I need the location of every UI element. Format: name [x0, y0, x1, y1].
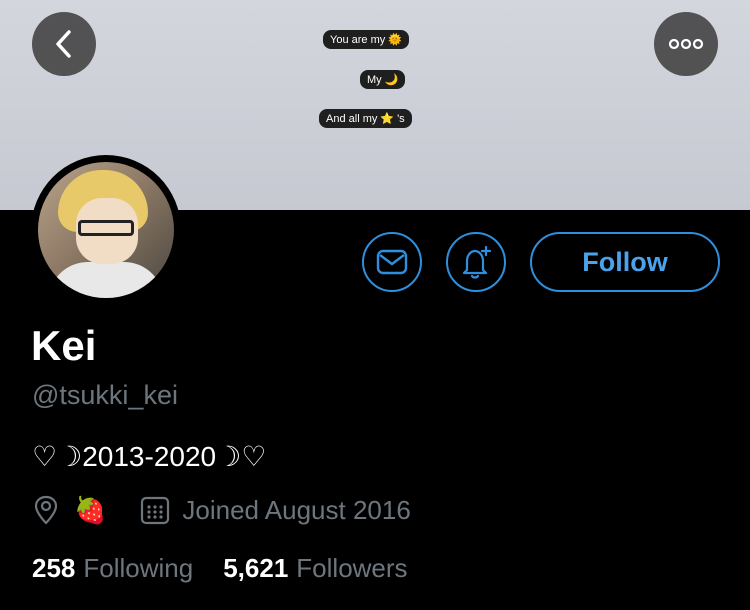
sun-icon: 🌞	[388, 34, 402, 46]
profile-location: 🍓	[74, 494, 107, 525]
avatar-image	[38, 162, 174, 298]
envelope-icon	[376, 249, 408, 275]
banner-message: My 🌙	[360, 70, 406, 89]
more-options-button[interactable]	[654, 12, 718, 76]
followers-label[interactable]: Followers	[296, 553, 407, 584]
back-button[interactable]	[32, 12, 96, 76]
profile-name: Kei	[31, 322, 97, 369]
banner-message-text: And all my	[326, 112, 378, 125]
profile-handle: @tsukki_kei	[32, 380, 178, 410]
bell-plus-icon	[462, 245, 492, 279]
moon-icon: 🌙	[384, 74, 399, 86]
following-label[interactable]: Following	[83, 553, 193, 584]
banner-message-suffix: 's	[397, 112, 405, 125]
profile-joined: Joined August 2016	[182, 494, 411, 525]
following-count[interactable]: 258	[32, 553, 75, 584]
banner-message: And all my ⭐ 's	[319, 109, 412, 128]
ellipsis-icon	[668, 38, 704, 50]
message-button[interactable]	[362, 232, 422, 292]
star-icon: ⭐	[380, 113, 395, 125]
follow-button[interactable]: Follow	[530, 232, 720, 292]
profile-meta: 🍓 Joined August 2016	[32, 492, 411, 528]
profile-bio: ♡☽2013-2020☽♡	[32, 441, 267, 472]
calendar-icon	[141, 496, 170, 525]
notifications-button[interactable]	[446, 232, 506, 292]
banner-message-text: My	[367, 73, 382, 86]
banner-message: You are my 🌞	[323, 30, 409, 49]
banner-message-text: You are my	[330, 33, 386, 46]
location-pin-icon	[34, 495, 58, 525]
chevron-left-icon	[56, 30, 71, 58]
followers-count[interactable]: 5,621	[223, 553, 288, 584]
avatar[interactable]	[31, 155, 181, 305]
profile-stats: 258 Following 5,621 Followers	[32, 553, 408, 584]
